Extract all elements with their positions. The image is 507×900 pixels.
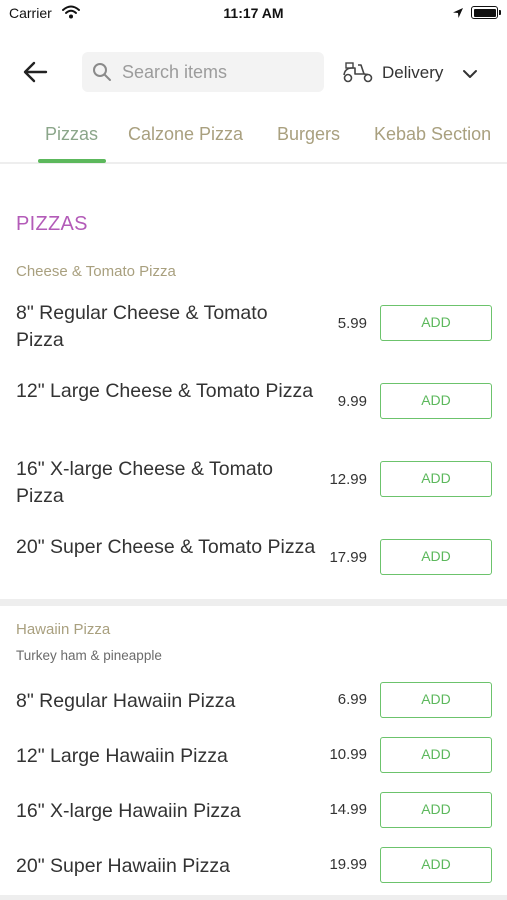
add-button[interactable]: ADD	[380, 792, 492, 828]
item-name: 8" Regular Hawaiin Pizza	[16, 690, 236, 712]
status-time: 11:17 AM	[223, 5, 284, 21]
search-input[interactable]	[122, 52, 317, 92]
status-bar: Carrier 11:17 AM	[0, 0, 507, 28]
add-button[interactable]: ADD	[380, 461, 492, 497]
section-divider	[0, 599, 507, 606]
item-price: 6.99	[337, 691, 367, 708]
category-title: Hawaiin Pizza	[16, 621, 111, 638]
add-button[interactable]: ADD	[380, 383, 492, 419]
chevron-down-icon	[462, 66, 478, 84]
add-button[interactable]: ADD	[380, 682, 492, 718]
tab-pizzas[interactable]: Pizzas	[45, 124, 98, 145]
item-price: 5.99	[337, 315, 367, 332]
add-button[interactable]: ADD	[380, 305, 492, 341]
item-price: 10.99	[329, 746, 367, 763]
location-arrow-icon	[452, 6, 464, 24]
category-description: Turkey ham & pineapple	[16, 648, 162, 663]
item-name: 12" Large Cheese & Tomato Pizza	[16, 380, 314, 402]
tab-kebab-section[interactable]: Kebab Section	[374, 124, 491, 145]
add-button[interactable]: ADD	[380, 737, 492, 773]
scooter-icon	[342, 61, 374, 88]
item-price: 19.99	[329, 856, 367, 873]
battery-cap	[499, 10, 501, 15]
tab-calzone-pizza[interactable]: Calzone Pizza	[128, 124, 243, 145]
delivery-selector[interactable]: Delivery	[340, 52, 490, 92]
item-name: 16" X-large Cheese & Tomato Pizza	[16, 458, 273, 507]
category-tabs: Pizzas Calzone Pizza Burgers Kebab Secti…	[0, 112, 507, 164]
search-box[interactable]	[82, 52, 324, 92]
section-title: PIZZAS	[16, 213, 88, 235]
item-price: 17.99	[329, 549, 367, 566]
item-price: 9.99	[337, 393, 367, 410]
back-arrow-icon[interactable]	[22, 59, 50, 85]
tab-burgers[interactable]: Burgers	[277, 124, 340, 145]
search-icon	[92, 62, 112, 87]
delivery-label: Delivery	[382, 63, 444, 82]
category-title: Cheese & Tomato Pizza	[16, 263, 176, 280]
item-price: 14.99	[329, 801, 367, 818]
item-name: 8" Regular Cheese & Tomato Pizza	[16, 302, 268, 351]
add-button[interactable]: ADD	[380, 539, 492, 575]
item-name: 20" Super Cheese & Tomato Pizza	[16, 536, 316, 558]
add-button[interactable]: ADD	[380, 847, 492, 883]
item-name: 20" Super Hawaiin Pizza	[16, 855, 230, 877]
battery-icon	[471, 6, 498, 19]
item-name: 12" Large Hawaiin Pizza	[16, 745, 228, 767]
section-divider	[0, 895, 507, 900]
item-price: 12.99	[329, 471, 367, 488]
header: Delivery	[0, 50, 507, 94]
active-tab-indicator	[38, 159, 106, 163]
item-name: 16" X-large Hawaiin Pizza	[16, 800, 241, 822]
